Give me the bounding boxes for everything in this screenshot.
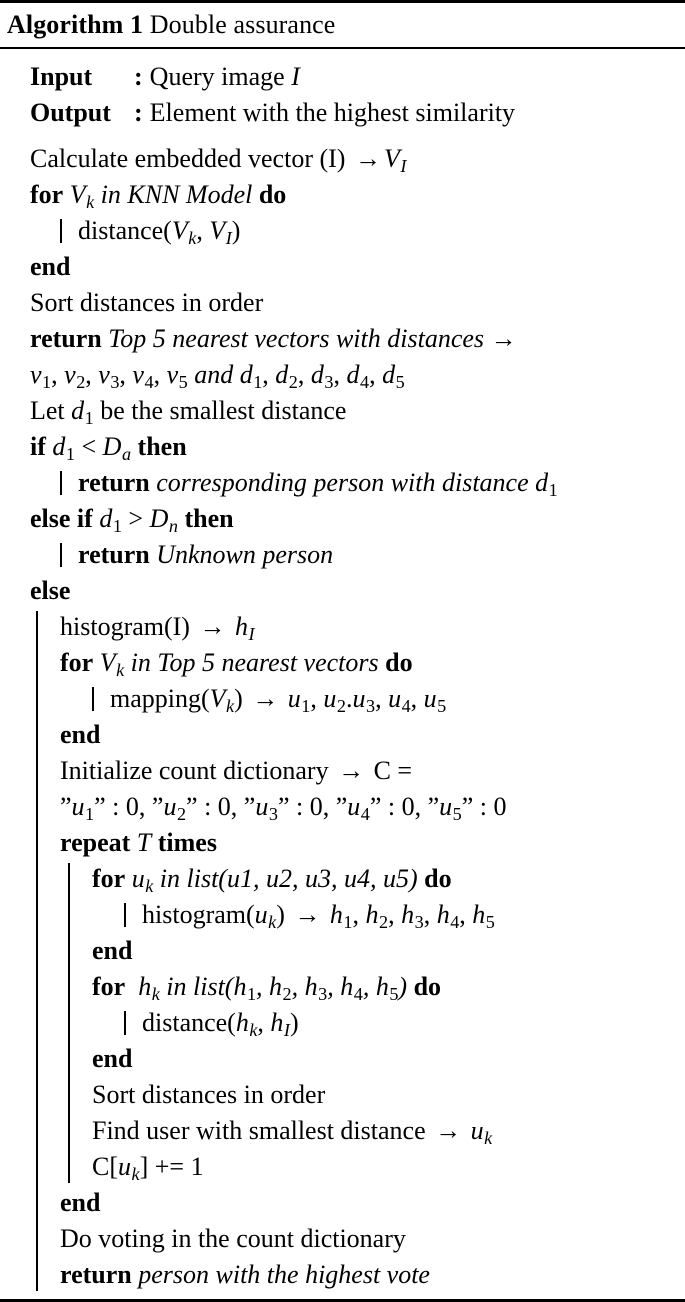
step-elseif-d1-gt-dn: else if d1 > Dn then — [0, 501, 685, 537]
step-for-top5-vectors: for Vk in Top 5 nearest vectors do — [0, 645, 685, 681]
step-text: end — [92, 1044, 133, 1073]
step-text: Sort distances in order — [30, 288, 264, 317]
step-text: Initialize count dictionary → C = — [60, 756, 413, 785]
step-sort-distances-inner: Sort distances in order — [0, 1077, 685, 1113]
output-separator: : — [134, 98, 143, 127]
step-return-corresponding-person: return corresponding person with distanc… — [0, 465, 685, 501]
step-vectors-and-distances: v1, v2, v3, v4, v5 and d1, d2, d3, d4, d… — [0, 357, 685, 393]
step-histogram-query: histogram(I) → hI — [0, 609, 685, 645]
input-label: Input — [30, 62, 93, 91]
else-body-block: histogram(I) → hI for Vk in Top 5 neares… — [0, 609, 685, 1293]
output-label: Output — [30, 98, 111, 127]
step-do-voting: Do voting in the count dictionary — [0, 1221, 685, 1257]
algorithm-body: Input: Query image I Output: Element with … — [0, 49, 685, 1299]
indent-bar-icon — [124, 903, 126, 927]
indent-bar-icon — [60, 471, 62, 495]
output-value: Element with the highest similarity — [149, 98, 516, 127]
step-distance-vk-vi: distance(Vk, VI) — [0, 213, 685, 249]
algorithm-caption: Algorithm 1 Double assurance — [0, 3, 685, 47]
step-sort-distances: Sort distances in order — [0, 285, 685, 321]
step-for-knn-model: for Vk in KNN Model do — [0, 177, 685, 213]
step-histogram-uk: histogram(uk) → h1, h2, h3, h4, h5 — [0, 897, 685, 933]
step-return-unknown-person: return Unknown person — [0, 537, 685, 573]
input-line: Input: Query image I — [0, 59, 685, 95]
step-for-uk-list: for uk in list(u1, u2, u3, u4, u5) do — [0, 861, 685, 897]
step-text: return Top 5 nearest vectors with distan… — [30, 324, 517, 353]
step-else: else — [0, 573, 685, 609]
step-text: end — [60, 1188, 101, 1217]
step-text: else — [30, 576, 71, 605]
step-end-for-hk: end — [0, 1041, 685, 1077]
step-end-repeat: end — [0, 1185, 685, 1221]
step-text: end — [92, 936, 133, 965]
indent-bar-icon — [60, 543, 62, 567]
step-text: return person with the highest vote — [60, 1260, 430, 1289]
step-initialize-count-dictionary: Initialize count dictionary → C = — [0, 753, 685, 789]
step-count-dictionary-values: ”u1” : 0, ”u2” : 0, ”u3” : 0, ”u4” : 0, … — [0, 789, 685, 825]
step-calculate-embedded-vector: Calculate embedded vector (I) → VI — [0, 141, 685, 177]
step-text: end — [60, 720, 101, 749]
step-mapping-vk: mapping(Vk) → u1, u2.u3, u4, u5 — [0, 681, 685, 717]
input-separator: : — [134, 62, 143, 91]
step-return-top5: return Top 5 nearest vectors with distan… — [0, 321, 685, 357]
step-find-user-smallest-distance: Find user with smallest distance → uk — [0, 1113, 685, 1149]
step-end-for-uk: end — [0, 933, 685, 969]
step-repeat-t-times: repeat T times — [0, 825, 685, 861]
step-text: repeat T times — [60, 828, 217, 857]
step-let-d1-smallest: Let d1 be the smallest distance — [0, 393, 685, 429]
step-distance-hk-hi: distance(hk, hI) — [0, 1005, 685, 1041]
algorithm-title: Double assurance — [149, 10, 336, 39]
step-text: return Unknown person — [78, 540, 334, 569]
indent-bar-icon — [60, 219, 62, 243]
step-text: end — [30, 252, 71, 281]
step-return-highest-vote: return person with the highest vote — [0, 1257, 685, 1293]
step-end-for-top5: end — [0, 717, 685, 753]
step-end-for-knn: end — [0, 249, 685, 285]
indent-bar-icon — [92, 687, 94, 711]
indent-bar-icon — [124, 1011, 126, 1035]
algorithm-block: Algorithm 1 Double assurance Input: Query… — [0, 0, 685, 1302]
step-text: Sort distances in order — [92, 1080, 326, 1109]
input-value: Query image I — [149, 62, 300, 91]
repeat-body-block: for uk in list(u1, u2, u3, u4, u5) do hi… — [0, 861, 685, 1185]
step-if-d1-lt-da: if d1 < Da then — [0, 429, 685, 465]
io-block: Input: Query image I Output: Element with … — [0, 59, 685, 131]
output-line: Output: Element with the highest similari… — [0, 95, 685, 131]
algorithm-number: Algorithm 1 — [7, 10, 144, 39]
step-for-hk-list: for hk in list(h1, h2, h3, h4, h5) do — [0, 969, 685, 1005]
step-text: Do voting in the count dictionary — [60, 1224, 406, 1253]
step-increment-count: C[uk] += 1 — [0, 1149, 685, 1185]
